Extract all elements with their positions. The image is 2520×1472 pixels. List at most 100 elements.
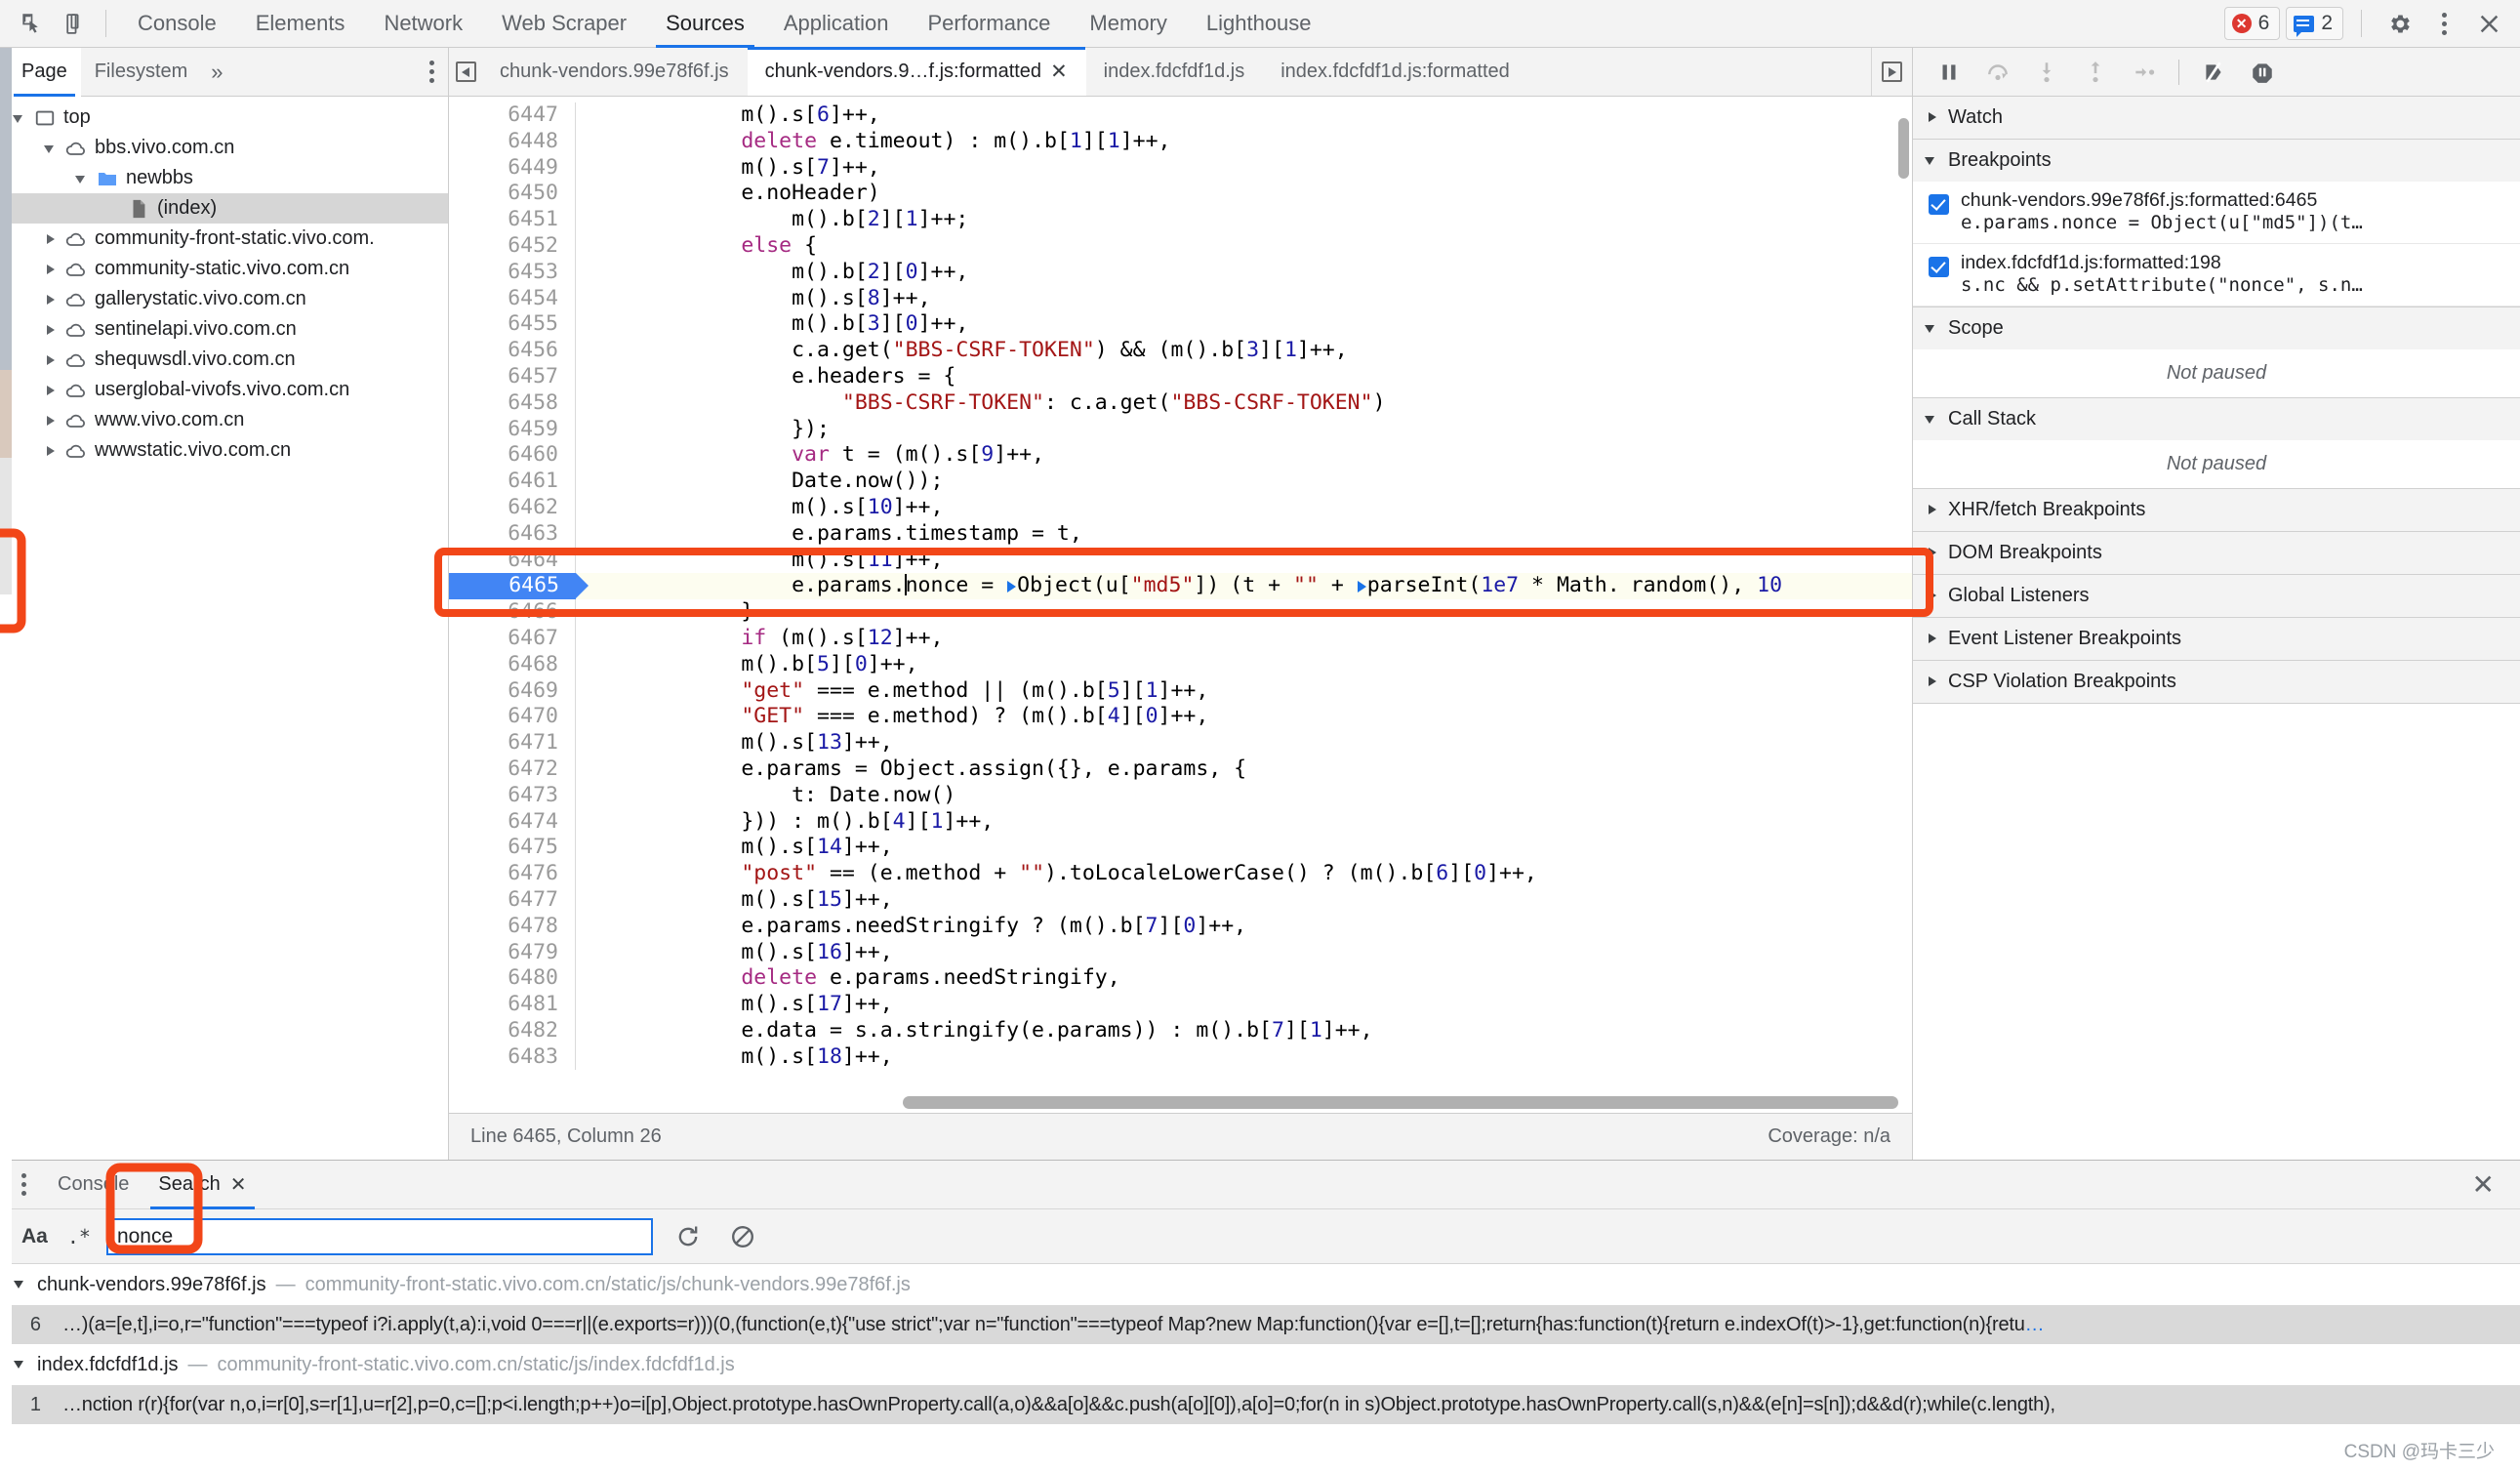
drawer-tab-search[interactable]: Search ✕: [144, 1161, 260, 1209]
file-tab-chunk-vendors[interactable]: chunk-vendors.99e78f6f.js: [482, 48, 748, 96]
code-line[interactable]: 6458 "BBS-CSRF-TOKEN": c.a.get("BBS-CSRF…: [449, 389, 1912, 417]
breakpoint-checkbox[interactable]: [1929, 257, 1949, 277]
code-line[interactable]: 6467 if (m().s[12]++,: [449, 625, 1912, 652]
step-icon[interactable]: [2122, 53, 2167, 92]
code-line[interactable]: 6449 m().s[7]++,: [449, 154, 1912, 182]
drawer-tab-console[interactable]: Console: [44, 1161, 142, 1209]
kebab-menu-icon[interactable]: [2424, 5, 2463, 42]
code-line[interactable]: 6454 m().s[8]++,: [449, 285, 1912, 312]
line-number[interactable]: 6476: [449, 861, 576, 887]
line-number[interactable]: 6463: [449, 520, 576, 548]
code-line[interactable]: 6483 m().s[18]++,: [449, 1043, 1912, 1071]
line-number[interactable]: 6450: [449, 181, 576, 208]
code-line[interactable]: 6477 m().s[15]++,: [449, 886, 1912, 914]
line-number[interactable]: 6464: [449, 547, 576, 574]
tree-item-shequwsdl-vivo-com-cn[interactable]: shequwsdl.vivo.com.cn: [0, 345, 448, 375]
line-number[interactable]: 6473: [449, 782, 576, 809]
line-number[interactable]: 6459: [449, 416, 576, 443]
xhr-breakpoints-header[interactable]: XHR/fetch Breakpoints: [1913, 489, 2520, 531]
code-line[interactable]: 6476 "post" == (e.method + "").toLocaleL…: [449, 861, 1912, 887]
line-number[interactable]: 6474: [449, 808, 576, 836]
clear-icon[interactable]: [723, 1217, 762, 1256]
line-number[interactable]: 6452: [449, 232, 576, 260]
navigator-menu-icon[interactable]: [429, 61, 448, 83]
tab-console[interactable]: Console: [118, 0, 236, 48]
chevron-down-icon[interactable]: [12, 110, 27, 126]
chevron-down-icon[interactable]: [43, 141, 59, 156]
event-listener-breakpoints-header[interactable]: Event Listener Breakpoints: [1913, 618, 2520, 660]
line-number[interactable]: 6449: [449, 154, 576, 182]
code-line[interactable]: 6479 m().s[16]++,: [449, 939, 1912, 966]
csp-violation-breakpoints-header[interactable]: CSP Violation Breakpoints: [1913, 661, 2520, 703]
line-number[interactable]: 6467: [449, 625, 576, 652]
code-line[interactable]: 6471 m().s[13]++,: [449, 730, 1912, 756]
step-into-icon[interactable]: [2024, 53, 2069, 92]
tab-filesystem[interactable]: Filesystem: [81, 48, 202, 97]
tree-item-newbbs[interactable]: newbbs: [0, 163, 448, 193]
message-count-badge[interactable]: 2: [2286, 7, 2343, 40]
chevron-right-icon[interactable]: [43, 443, 59, 459]
watch-header[interactable]: Watch: [1913, 97, 2520, 139]
global-listeners-header[interactable]: Global Listeners: [1913, 575, 2520, 617]
scope-header[interactable]: Scope: [1913, 307, 2520, 349]
code-line[interactable]: 6456 c.a.get("BBS-CSRF-TOKEN") && (m().b…: [449, 338, 1912, 364]
tree-item-community-front-static-vivo-com-[interactable]: community-front-static.vivo.com.: [0, 224, 448, 254]
breakpoint-checkbox[interactable]: [1929, 194, 1949, 215]
code-line[interactable]: 6459 });: [449, 416, 1912, 443]
more-tabs-icon[interactable]: »: [201, 60, 232, 85]
gear-icon[interactable]: [2379, 5, 2418, 42]
regex-toggle[interactable]: .*: [67, 1225, 91, 1248]
tree-item-wwwstatic-vivo-com-cn[interactable]: wwwstatic.vivo.com.cn: [0, 435, 448, 466]
code-line[interactable]: 6470 "GET" === e.method) ? (m().b[4][0]+…: [449, 704, 1912, 731]
chevron-right-icon[interactable]: [43, 383, 59, 398]
line-number[interactable]: 6453: [449, 259, 576, 286]
code-line[interactable]: 6450 e.noHeader): [449, 181, 1912, 208]
code-line[interactable]: 6452 else {: [449, 232, 1912, 260]
chevron-right-icon[interactable]: [43, 322, 59, 338]
search-result-match[interactable]: 6 …)(a=[e,t],i=o,r="function"===typeof i?…: [0, 1305, 2520, 1344]
tree-item-community-static-vivo-com-cn[interactable]: community-static.vivo.com.cn: [0, 254, 448, 284]
line-number[interactable]: 6478: [449, 913, 576, 940]
line-number[interactable]: 6480: [449, 965, 576, 993]
line-number[interactable]: 6460: [449, 442, 576, 470]
code-line[interactable]: 6469 "get" === e.method || (m().b[5][1]+…: [449, 677, 1912, 705]
tab-lighthouse[interactable]: Lighthouse: [1187, 0, 1331, 48]
breakpoint-item[interactable]: chunk-vendors.99e78f6f.js:formatted:6465…: [1913, 182, 2520, 244]
tab-performance[interactable]: Performance: [908, 0, 1070, 48]
line-number[interactable]: 6483: [449, 1043, 576, 1071]
search-result-match[interactable]: 1 …nction r(r){for(var n,o,i=r[0],s=r[1],…: [0, 1385, 2520, 1424]
tab-elements[interactable]: Elements: [236, 0, 365, 48]
line-number[interactable]: 6469: [449, 677, 576, 705]
resume-icon[interactable]: [1927, 53, 1971, 92]
tab-application[interactable]: Application: [764, 0, 909, 48]
drawer-menu-icon[interactable]: [21, 1173, 42, 1196]
code-line[interactable]: 6480 delete e.params.needStringify,: [449, 965, 1912, 993]
call-stack-header[interactable]: Call Stack: [1913, 398, 2520, 440]
chevron-right-icon[interactable]: [43, 262, 59, 277]
code-line[interactable]: 6453 m().b[2][0]++,: [449, 259, 1912, 286]
tab-memory[interactable]: Memory: [1070, 0, 1186, 48]
breakpoints-header[interactable]: Breakpoints: [1913, 140, 2520, 182]
tab-web-scraper[interactable]: Web Scraper: [482, 0, 646, 48]
search-input[interactable]: [105, 1217, 653, 1255]
line-number[interactable]: 6455: [449, 311, 576, 339]
code-line[interactable]: 6455 m().b[3][0]++,: [449, 311, 1912, 339]
code-line[interactable]: 6475 m().s[14]++,: [449, 835, 1912, 862]
scroll-tabs-left-icon[interactable]: [449, 48, 482, 96]
line-number[interactable]: 6475: [449, 835, 576, 862]
step-out-icon[interactable]: [2073, 53, 2118, 92]
line-number[interactable]: 6482: [449, 1017, 576, 1044]
line-number[interactable]: 6466: [449, 599, 576, 626]
file-tab-index-formatted[interactable]: index.fdcfdf1d.js:formatted: [1263, 48, 1528, 96]
tree-item-bbs-vivo-com-cn[interactable]: bbs.vivo.com.cn: [0, 133, 448, 163]
line-number[interactable]: 6468: [449, 651, 576, 678]
line-number[interactable]: 6481: [449, 992, 576, 1018]
error-count-badge[interactable]: ✕ 6: [2223, 7, 2281, 40]
code-line[interactable]: 6472 e.params = Object.assign({}, e.para…: [449, 756, 1912, 783]
line-number[interactable]: 6461: [449, 469, 576, 495]
inspect-icon[interactable]: [12, 5, 51, 42]
tree-item-www-vivo-com-cn[interactable]: www.vivo.com.cn: [0, 405, 448, 435]
line-number[interactable]: 6470: [449, 704, 576, 731]
line-number[interactable]: 6458: [449, 389, 576, 417]
line-number[interactable]: 6471: [449, 730, 576, 756]
